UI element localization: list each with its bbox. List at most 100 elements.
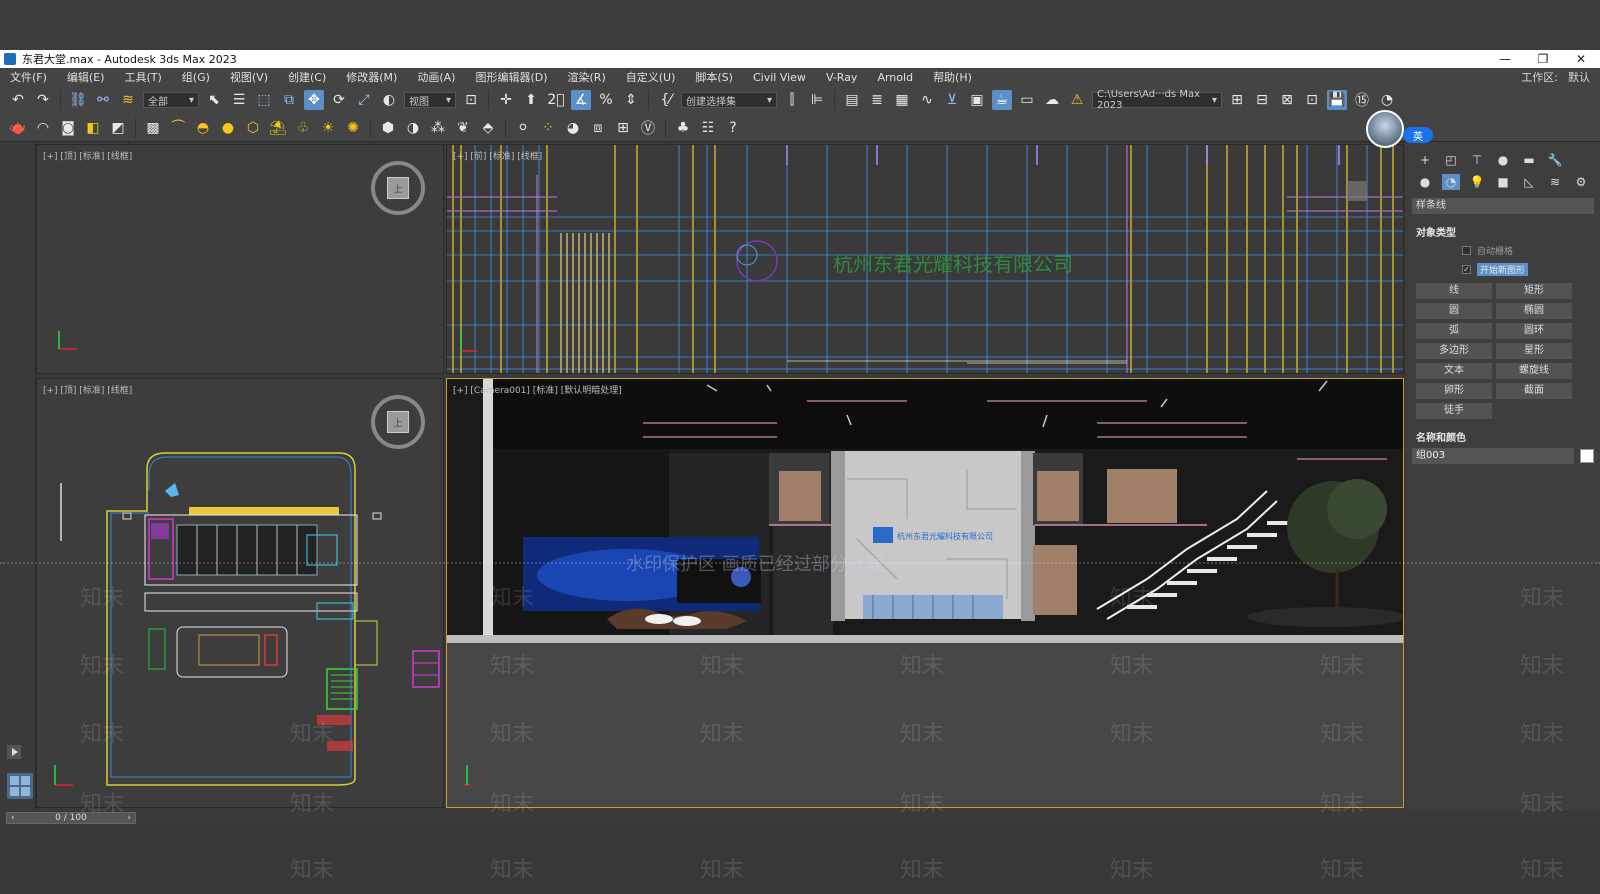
viewport-top-upper[interactable]: [+] [顶] [标准] [线框] 上 (36, 144, 444, 374)
tree-icon[interactable]: ♣ (673, 118, 693, 138)
star-button[interactable]: 星形 (1496, 343, 1572, 359)
auto-grid-row[interactable]: 自动栅格 (1406, 241, 1600, 260)
warning-icon[interactable]: ⚠ (1067, 90, 1087, 110)
cameras-icon[interactable]: ■ (1494, 174, 1512, 190)
select-by-name-icon[interactable]: ☰ (229, 90, 249, 110)
viewport-layout-icon[interactable] (6, 772, 33, 799)
project-path-dropdown[interactable]: C:\Users\Ad···ds Max 2023 ▾ (1092, 89, 1222, 111)
plant-icon[interactable]: ❦ (453, 118, 473, 138)
ngon-button[interactable]: 多边形 (1416, 343, 1492, 359)
list-icon[interactable]: ☷ (698, 118, 718, 138)
viewport-camera[interactable]: [+] [Camera001] [标准] [默认明暗处理] 杭州东君光耀科技有限… (446, 378, 1404, 808)
viewport-front[interactable]: [+] [前] [标准] [线框] 杭州东君光耀科技有限公司 (446, 144, 1404, 374)
light-ies-icon[interactable]: ⬡ (243, 118, 263, 138)
ambient-light-icon[interactable]: ✺ (343, 118, 363, 138)
layer-explorer-icon[interactable]: ≣ (867, 90, 887, 110)
light-plane-icon[interactable]: ⏜ (168, 118, 188, 138)
scale-icon[interactable]: ⤢ (354, 90, 374, 110)
time-slider-prev-icon[interactable]: ‹ (11, 813, 15, 823)
mirror-icon[interactable]: ⫿ (782, 90, 802, 110)
select-manipulate-icon[interactable]: ✛ (496, 90, 516, 110)
named-selection-dropdown[interactable]: 创建选择集 ▾ (681, 92, 777, 108)
arc-button[interactable]: 弧 (1416, 323, 1492, 339)
menu-tools[interactable]: 工具(T) (114, 69, 171, 85)
freehand-button[interactable]: 徒手 (1416, 403, 1492, 419)
text-button[interactable]: 文本 (1416, 363, 1492, 379)
decal-icon[interactable]: ⬘ (478, 118, 498, 138)
time-slider-next-icon[interactable]: › (127, 813, 131, 823)
section-button[interactable]: 截面 (1496, 383, 1572, 399)
multi-material-icon[interactable]: ⁘ (538, 118, 558, 138)
shape-category-dropdown[interactable]: 样条线 (1412, 198, 1594, 214)
donut-button[interactable]: 圆环 (1496, 323, 1572, 339)
display-tab-icon[interactable]: ▬ (1520, 152, 1538, 168)
scene-explorer-icon[interactable]: ▤ (842, 90, 862, 110)
viewport-top-plan[interactable]: [+] [顶] [标准] [线框] 上 (36, 378, 444, 808)
auto-grid-checkbox[interactable] (1462, 246, 1471, 255)
rotate-icon[interactable]: ⟳ (329, 90, 349, 110)
edit-named-selection-icon[interactable]: {⁄ (656, 90, 676, 110)
light-dome-icon[interactable]: ◓ (193, 118, 213, 138)
sun-icon[interactable]: ☀ (318, 118, 338, 138)
box-icon[interactable]: ⬢ (378, 118, 398, 138)
menu-view[interactable]: 视图(V) (220, 69, 278, 85)
rect-selection-icon[interactable]: ⬚ (254, 90, 274, 110)
motion-tab-icon[interactable]: ● (1494, 152, 1512, 168)
light-spot-icon[interactable]: ⛱ (268, 118, 288, 138)
menu-modifiers[interactable]: 修改器(M) (336, 69, 407, 85)
helpers-icon[interactable]: ◺ (1520, 174, 1538, 190)
ellipse-button[interactable]: 椭圆 (1496, 303, 1572, 319)
menu-edit[interactable]: 编辑(E) (57, 69, 115, 85)
vray-logo-icon[interactable]: Ⓥ (638, 118, 658, 138)
select-object-icon[interactable]: ⬉ (204, 90, 224, 110)
help-icon[interactable]: ? (723, 118, 743, 138)
menu-customize[interactable]: 自定义(U) (616, 69, 686, 85)
hierarchy-tab-icon[interactable]: ⊤ (1468, 152, 1486, 168)
camera-icon[interactable]: ◙ (58, 118, 78, 138)
menu-civil-view[interactable]: Civil View (743, 71, 816, 84)
menu-animation[interactable]: 动画(A) (407, 69, 465, 85)
percent-snap-icon[interactable]: % (596, 90, 616, 110)
link-icon[interactable]: ⛓ (68, 90, 88, 110)
menu-arnold[interactable]: Arnold (867, 71, 923, 84)
snaps-toggle-icon[interactable]: 2⃣ (546, 90, 566, 110)
ime-indicator[interactable]: 英 (1403, 127, 1433, 143)
restore-button[interactable]: ❐ (1524, 52, 1562, 66)
helix-button[interactable]: 螺旋线 (1496, 363, 1572, 379)
container-icon[interactable]: ⊡ (1302, 90, 1322, 110)
start-new-shape-row[interactable]: ✓ 开始新图形 (1406, 260, 1600, 279)
material-ball-icon[interactable]: ⚪ (513, 118, 533, 138)
menu-rendering[interactable]: 渲染(R) (558, 69, 616, 85)
menu-vray[interactable]: V-Ray (816, 71, 868, 84)
create-tab-icon[interactable]: + (1416, 152, 1434, 168)
minimize-button[interactable]: — (1486, 52, 1524, 66)
line-button[interactable]: 线 (1416, 283, 1492, 299)
menu-create[interactable]: 创建(C) (278, 69, 336, 85)
vfb-icon[interactable]: ⧈ (588, 118, 608, 138)
rollout-name-color[interactable]: 名称和颜色 (1406, 423, 1600, 446)
unlink-icon[interactable]: ⚯ (93, 90, 113, 110)
vray-proxy-icon[interactable]: ◧ (83, 118, 103, 138)
curve-editor-icon[interactable]: ∿ (917, 90, 937, 110)
rollout-object-type[interactable]: 对象类型 (1406, 218, 1600, 241)
geometry-icon[interactable]: ● (1416, 174, 1434, 190)
object-color-swatch[interactable] (1580, 449, 1594, 463)
lights-icon[interactable]: ◠ (33, 118, 53, 138)
start-new-shape-button[interactable]: 开始新图形 (1477, 263, 1529, 276)
selection-filter-dropdown[interactable]: 全部 ▾ (143, 92, 199, 108)
play-icon[interactable] (6, 744, 30, 768)
bind-space-warp-icon[interactable]: ≋ (118, 90, 138, 110)
ribbon-icon[interactable]: ▦ (892, 90, 912, 110)
menu-graph-editors[interactable]: 图形编辑器(D) (465, 69, 557, 85)
bake-icon[interactable]: ⊞ (613, 118, 633, 138)
asset-icon[interactable]: ⊟ (1252, 90, 1272, 110)
project-icon[interactable]: ⊞ (1227, 90, 1247, 110)
viewport-label[interactable]: [+] [前] [标准] [线框] (453, 149, 542, 162)
schematic-view-icon[interactable]: ⊻ (942, 90, 962, 110)
systems-icon[interactable]: ⚙ (1572, 174, 1590, 190)
viewcube[interactable]: 上 (371, 395, 425, 449)
place-icon[interactable]: ◐ (379, 90, 399, 110)
workspace-selector[interactable]: 工作区: 默认 (1521, 69, 1590, 85)
sync-icon[interactable]: ◔ (1377, 90, 1397, 110)
light-sphere-icon[interactable]: ● (218, 118, 238, 138)
